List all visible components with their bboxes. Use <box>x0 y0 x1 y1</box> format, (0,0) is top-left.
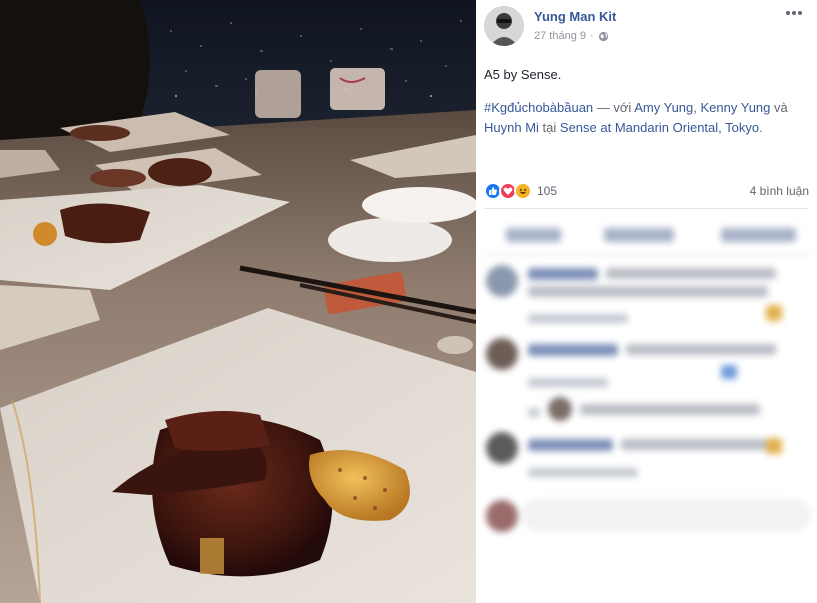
post-caption: A5 by Sense. <box>484 67 562 82</box>
blurred-comment-meta <box>528 314 628 323</box>
blurred-reaction <box>721 365 737 379</box>
post-date[interactable]: 27 tháng 9 <box>534 30 586 42</box>
my-avatar <box>486 500 518 532</box>
reaction-bar[interactable]: 105 4 bình luận <box>484 180 809 202</box>
post-header: Yung Man Kit 27 tháng 9 · <box>484 0 809 52</box>
comment-count[interactable]: 4 bình luận <box>750 184 809 198</box>
with-text: — với <box>596 100 632 115</box>
blurred-comment-action[interactable] <box>604 228 674 242</box>
commenter-avatar[interactable] <box>486 432 518 464</box>
author-name[interactable]: Yung Man Kit <box>534 9 616 24</box>
tagged-user-kenny[interactable]: Kenny Yung <box>701 100 771 115</box>
more-options-icon[interactable] <box>785 8 803 18</box>
blurred-comment-text <box>621 439 771 450</box>
post-sidebar: Yung Man Kit 27 tháng 9 · A5 by Sense. #… <box>476 0 817 603</box>
meta-separator: · <box>590 30 594 42</box>
food-photo-image <box>0 0 476 603</box>
post-tags-line: #Kgđủchobàbầuan — với Amy Yung, Kenny Yu… <box>484 98 809 138</box>
and-text: và <box>774 100 788 115</box>
tagged-user-amy[interactable]: Amy Yung <box>634 100 693 115</box>
blurred-reaction <box>766 438 782 454</box>
blurred-comment-name[interactable] <box>528 344 618 356</box>
place-link[interactable]: Sense at Mandarin Oriental, Tokyo <box>560 120 759 135</box>
post-photo[interactable] <box>0 0 476 603</box>
post-meta: 27 tháng 9 · <box>534 30 616 42</box>
divider <box>484 254 809 255</box>
blurred-comment-name[interactable] <box>528 439 613 451</box>
hashtag-link[interactable]: #Kgđủchobàbầuan <box>484 100 593 115</box>
blurred-comment-input[interactable] <box>524 500 809 530</box>
blurred-reply-indicator <box>528 408 540 417</box>
divider <box>484 208 809 209</box>
at-text: tại <box>542 120 557 135</box>
blurred-comment-text <box>528 286 768 297</box>
blurred-comment-meta <box>528 468 638 477</box>
blurred-share-action[interactable] <box>721 228 796 242</box>
blurred-comment-name[interactable] <box>528 268 598 280</box>
avatar-image <box>484 6 524 46</box>
globe-icon[interactable] <box>598 31 609 42</box>
tag-separator: , <box>693 100 697 115</box>
blurred-reply-text <box>580 404 760 415</box>
blurred-comment-text <box>626 344 776 355</box>
blurred-reaction <box>766 305 782 321</box>
commenter-avatar[interactable] <box>486 338 518 370</box>
commenter-avatar[interactable] <box>486 265 518 297</box>
haha-icon[interactable] <box>514 182 532 200</box>
reaction-count[interactable]: 105 <box>537 184 557 198</box>
reply-avatar[interactable] <box>548 397 572 421</box>
blurred-comment-meta <box>528 378 608 387</box>
blurred-comment-text <box>606 268 776 279</box>
comments-section-blurred <box>476 210 817 603</box>
place-end: . <box>759 120 763 135</box>
tagged-user-huynh[interactable]: Huynh Mi <box>484 120 539 135</box>
photo-viewer: Yung Man Kit 27 tháng 9 · A5 by Sense. #… <box>0 0 817 603</box>
blurred-like-action[interactable] <box>506 228 561 242</box>
author-avatar[interactable] <box>484 6 524 46</box>
